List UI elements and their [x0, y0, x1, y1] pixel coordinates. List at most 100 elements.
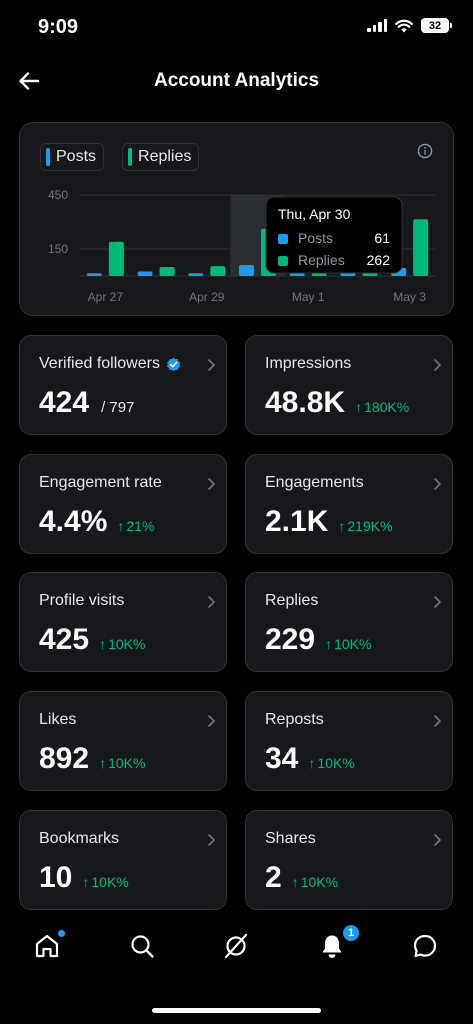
metric-value-row: 424 / 797: [39, 386, 134, 420]
bar-replies: [210, 266, 226, 276]
metric-card-verified-followers[interactable]: Verified followers 424 / 797: [19, 335, 227, 435]
metric-change: ↑ 180K%: [355, 399, 409, 415]
metric-value: 425: [39, 623, 90, 656]
metric-label: Impressions: [265, 355, 351, 373]
metric-label-text: Reposts: [265, 711, 324, 728]
bar-replies: [108, 241, 124, 276]
bar-chart[interactable]: 450 150 Apr 27 Apr 29 May 1 May 3 Thu, Apr 30 P…: [20, 123, 455, 317]
chevron-right-icon: [434, 834, 441, 846]
metric-change: ↑ 10K%: [82, 874, 128, 890]
bar-posts: [340, 273, 356, 276]
home-new-indicator: [58, 930, 65, 937]
tooltip-label: Replies: [298, 252, 345, 268]
metric-value: 424: [39, 386, 90, 419]
metric-card-replies[interactable]: Replies 229 ↑ 10K%: [245, 572, 453, 672]
metric-label: Shares: [265, 830, 316, 848]
metric-value: 4.4%: [39, 505, 108, 538]
metric-value-row: 10 ↑ 10K%: [39, 861, 129, 895]
chevron-right-icon: [434, 715, 441, 727]
metric-label-text: Likes: [39, 711, 77, 728]
arrow-up-icon: ↑: [82, 874, 90, 890]
arrow-up-icon: ↑: [355, 399, 363, 415]
nav-grok[interactable]: [222, 932, 252, 962]
chevron-right-icon: [208, 834, 215, 846]
metric-value: 34: [265, 742, 299, 775]
battery-icon: 32: [421, 18, 452, 33]
metric-change-value: 21%: [126, 518, 155, 534]
metric-change-value: 10K%: [108, 755, 146, 771]
metric-label: Replies: [265, 592, 318, 610]
metric-change: ↑ 219K%: [338, 518, 392, 534]
y-tick-label: 150: [48, 242, 68, 256]
metric-label: Engagement rate: [39, 474, 162, 492]
metric-label: Reposts: [265, 711, 324, 729]
chevron-right-icon: [208, 359, 215, 371]
x-tick-label: May 3: [393, 290, 426, 304]
metric-label-text: Profile visits: [39, 592, 125, 609]
x-tick-label: May 1: [292, 290, 325, 304]
tooltip-label: Posts: [298, 230, 333, 246]
chart-tooltip: Thu, Apr 30 Posts 61 Replies 262: [265, 196, 403, 274]
cellular-signal-icon: [367, 19, 387, 32]
chevron-right-icon: [434, 478, 441, 490]
metric-label: Bookmarks: [39, 830, 119, 848]
arrow-up-icon: ↑: [308, 755, 316, 771]
search-icon: [131, 935, 154, 958]
chevron-right-icon: [434, 359, 441, 371]
chart-card: Posts Replies 450 150 Apr 27 Apr 29 May 1 May…: [19, 122, 454, 316]
status-time: 9:09: [38, 16, 79, 38]
bar-posts: [137, 271, 153, 276]
metric-change: ↑ 21%: [117, 518, 154, 534]
metric-change: ↑ 10K%: [308, 755, 354, 771]
bar-posts: [289, 273, 305, 276]
metric-change: ↑ 10K%: [99, 636, 145, 652]
metric-value: 892: [39, 742, 90, 775]
notification-count-badge: 1: [342, 924, 360, 942]
metric-card-likes[interactable]: Likes 892 ↑ 10K%: [19, 691, 227, 791]
metric-label: Engagements: [265, 474, 364, 492]
metric-label-text: Verified followers: [39, 355, 160, 372]
bar-replies: [362, 273, 378, 276]
metric-change-value: 180K%: [364, 399, 410, 415]
metric-value-row: 48.8K ↑ 180K%: [265, 386, 409, 420]
tooltip-value: 61: [374, 230, 390, 246]
metric-card-bookmarks[interactable]: Bookmarks 10 ↑ 10K%: [19, 810, 227, 910]
metric-value: 229: [265, 623, 316, 656]
tooltip-value: 262: [367, 252, 391, 268]
nav-search[interactable]: [128, 932, 158, 962]
metric-card-engagements[interactable]: Engagements 2.1K ↑ 219K%: [245, 454, 453, 554]
metric-value-row: 34 ↑ 10K%: [265, 742, 355, 776]
metric-change-value: 219K%: [347, 518, 393, 534]
metric-card-shares[interactable]: Shares 2 ↑ 10K%: [245, 810, 453, 910]
metric-change-value: 10K%: [317, 755, 355, 771]
metric-label-text: Engagements: [265, 474, 364, 491]
metric-card-profile-visits[interactable]: Profile visits 425 ↑ 10K%: [19, 572, 227, 672]
metric-card-impressions[interactable]: Impressions 48.8K ↑ 180K%: [245, 335, 453, 435]
arrow-up-icon: ↑: [99, 755, 107, 771]
status-icons: 32: [367, 18, 452, 33]
metric-label: Verified followers: [39, 355, 181, 373]
bar-replies: [159, 267, 175, 276]
metric-label-text: Engagement rate: [39, 474, 162, 491]
tooltip-swatch: [278, 234, 288, 244]
arrow-up-icon: ↑: [117, 518, 125, 534]
arrow-up-icon: ↑: [99, 636, 107, 652]
metric-total: / 797: [101, 399, 135, 416]
metric-card-engagement-rate[interactable]: Engagement rate 4.4% ↑ 21%: [19, 454, 227, 554]
verified-badge-icon: [166, 357, 181, 371]
chevron-right-icon: [208, 478, 215, 490]
nav-home[interactable]: [33, 930, 65, 962]
home-icon: [35, 934, 59, 958]
bar-replies: [311, 273, 327, 276]
nav-messages[interactable]: [411, 932, 441, 962]
home-indicator: [152, 1008, 321, 1013]
nav-notifications[interactable]: 1: [318, 924, 360, 962]
metric-change: ↑ 10K%: [99, 755, 145, 771]
metric-label-text: Shares: [265, 830, 316, 847]
metric-value-row: 425 ↑ 10K%: [39, 623, 145, 657]
bar-replies: [413, 219, 429, 276]
metric-card-reposts[interactable]: Reposts 34 ↑ 10K%: [245, 691, 453, 791]
metric-value-row: 2.1K ↑ 219K%: [265, 505, 393, 539]
metric-change-value: 10K%: [300, 874, 339, 890]
bar-posts: [188, 273, 204, 276]
